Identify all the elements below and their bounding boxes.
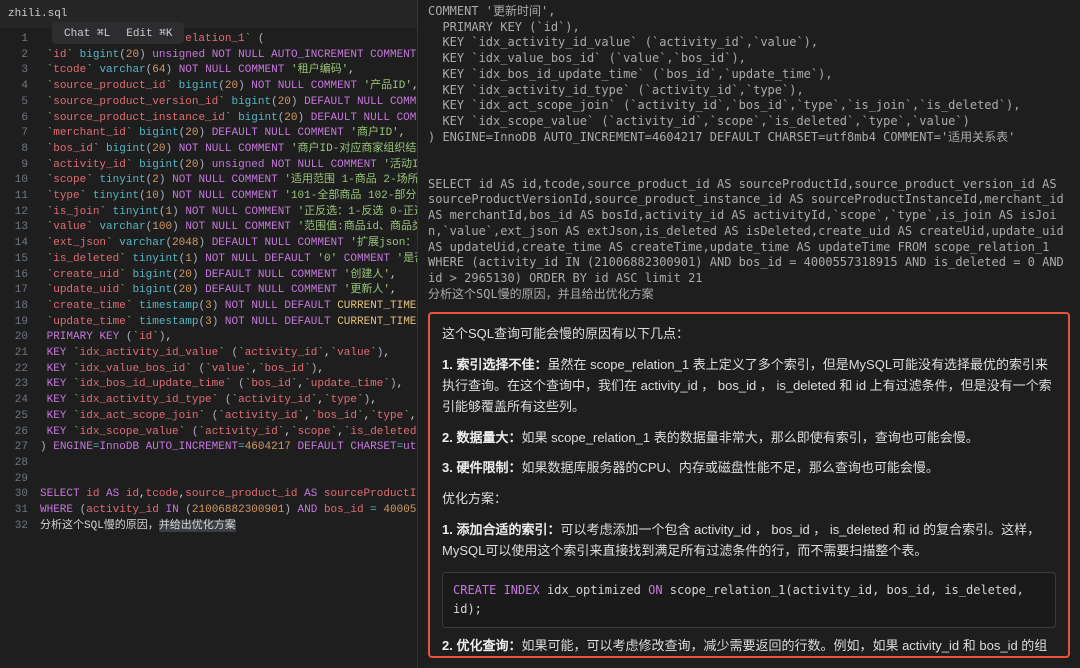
line-gutter: 1234567891011121314151617181920212223242… <box>0 28 36 668</box>
code-content[interactable]: relation_1` ( `id` bigint(20) unsigned N… <box>36 28 417 668</box>
chat-button[interactable]: Chat ⌘L <box>60 24 114 42</box>
reason-1: 1. 索引选择不佳：虽然在 scope_relation_1 表上定义了多个索引… <box>442 355 1056 417</box>
opt-1: 1. 添加合适的索引：可以考虑添加一个包含 activity_id ， bos_… <box>442 520 1056 562</box>
code-block[interactable]: CREATE INDEX idx_optimized ON scope_rela… <box>442 572 1056 628</box>
code-editor[interactable]: 1234567891011121314151617181920212223242… <box>0 28 417 668</box>
chat-panel: COMMENT '更新时间', PRIMARY KEY (`id`), KEY … <box>418 0 1080 668</box>
floating-toolbar: Chat ⌘L Edit ⌘K <box>52 22 184 44</box>
reason-3: 3. 硬件限制：如果数据库服务器的CPU、内存或磁盘性能不足，那么查询也可能会慢… <box>442 458 1056 479</box>
context-block: COMMENT '更新时间', PRIMARY KEY (`id`), KEY … <box>428 0 1070 312</box>
answer-intro: 这个SQL查询可能会慢的原因有以下几点： <box>442 324 1056 345</box>
reason-2: 2. 数据量大：如果 scope_relation_1 表的数据量非常大，那么即… <box>442 428 1056 449</box>
editor-panel: zhili.sql Chat ⌘L Edit ⌘K 12345678910111… <box>0 0 418 668</box>
answer-box: 这个SQL查询可能会慢的原因有以下几点： 1. 索引选择不佳：虽然在 scope… <box>428 312 1070 658</box>
opt-heading: 优化方案： <box>442 489 1056 510</box>
opt-2: 2. 优化查询：如果可能，可以考虑修改查询，减少需要返回的行数。例如，如果 ac… <box>442 636 1056 658</box>
tab-filename[interactable]: zhili.sql <box>8 8 67 20</box>
edit-button[interactable]: Edit ⌘K <box>122 24 176 42</box>
